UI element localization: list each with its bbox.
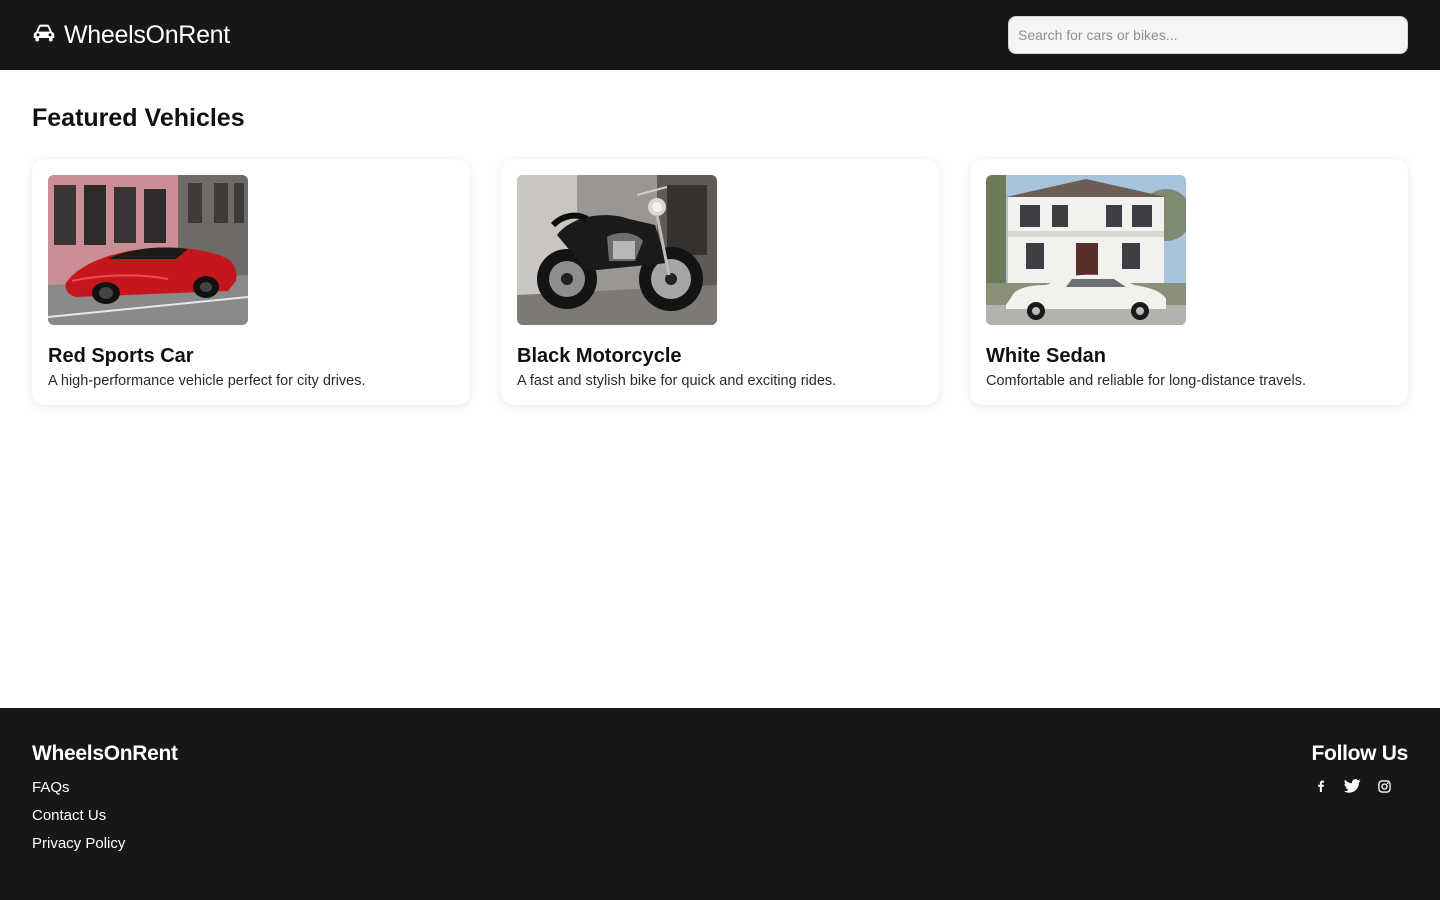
follow-us-title: Follow Us [1311, 742, 1409, 765]
black-motorcycle-photo [517, 175, 717, 325]
card-description: A fast and stylish bike for quick and ex… [517, 373, 837, 389]
instagram-icon[interactable] [1376, 776, 1394, 796]
section-title: Featured Vehicles [32, 104, 245, 132]
main-content: Featured Vehicles Red Sports Car A high-… [0, 70, 1440, 708]
card-description: Comfortable and reliable for long-distan… [986, 373, 1306, 389]
card-title: Red Sports Car [48, 345, 194, 367]
top-navbar: WheelsOnRent [0, 0, 1440, 70]
footer-link-contact[interactable]: Contact Us [32, 806, 178, 826]
white-sedan-photo [986, 175, 1186, 325]
footer-links: FAQs Contact Us Privacy Policy [32, 778, 178, 854]
brand[interactable]: WheelsOnRent [32, 21, 230, 50]
vehicle-card[interactable]: White Sedan Comfortable and reliable for… [970, 159, 1408, 405]
facebook-icon[interactable] [1312, 776, 1330, 796]
vehicle-card[interactable]: Black Motorcycle A fast and stylish bike… [501, 159, 939, 405]
vehicle-cards: Red Sports Car A high-performance vehicl… [32, 159, 1408, 405]
red-sports-car-photo [48, 175, 248, 325]
card-title: White Sedan [986, 345, 1107, 367]
footer-link-privacy[interactable]: Privacy Policy [32, 834, 178, 854]
car-icon [32, 23, 56, 48]
card-description: A high-performance vehicle perfect for c… [48, 373, 366, 389]
brand-name: WheelsOnRent [64, 20, 230, 49]
social-links [1312, 776, 1408, 796]
footer-brand-column: WheelsOnRent FAQs Contact Us Privacy Pol… [32, 740, 178, 900]
card-title: Black Motorcycle [517, 345, 682, 367]
follow-us-column: Follow Us [1312, 740, 1408, 900]
search-input[interactable] [1008, 16, 1408, 54]
footer-link-faqs[interactable]: FAQs [32, 778, 178, 798]
footer-brand: WheelsOnRent [32, 742, 178, 765]
twitter-icon[interactable] [1344, 776, 1362, 796]
vehicle-card[interactable]: Red Sports Car A high-performance vehicl… [32, 159, 470, 405]
footer: WheelsOnRent FAQs Contact Us Privacy Pol… [0, 708, 1440, 900]
